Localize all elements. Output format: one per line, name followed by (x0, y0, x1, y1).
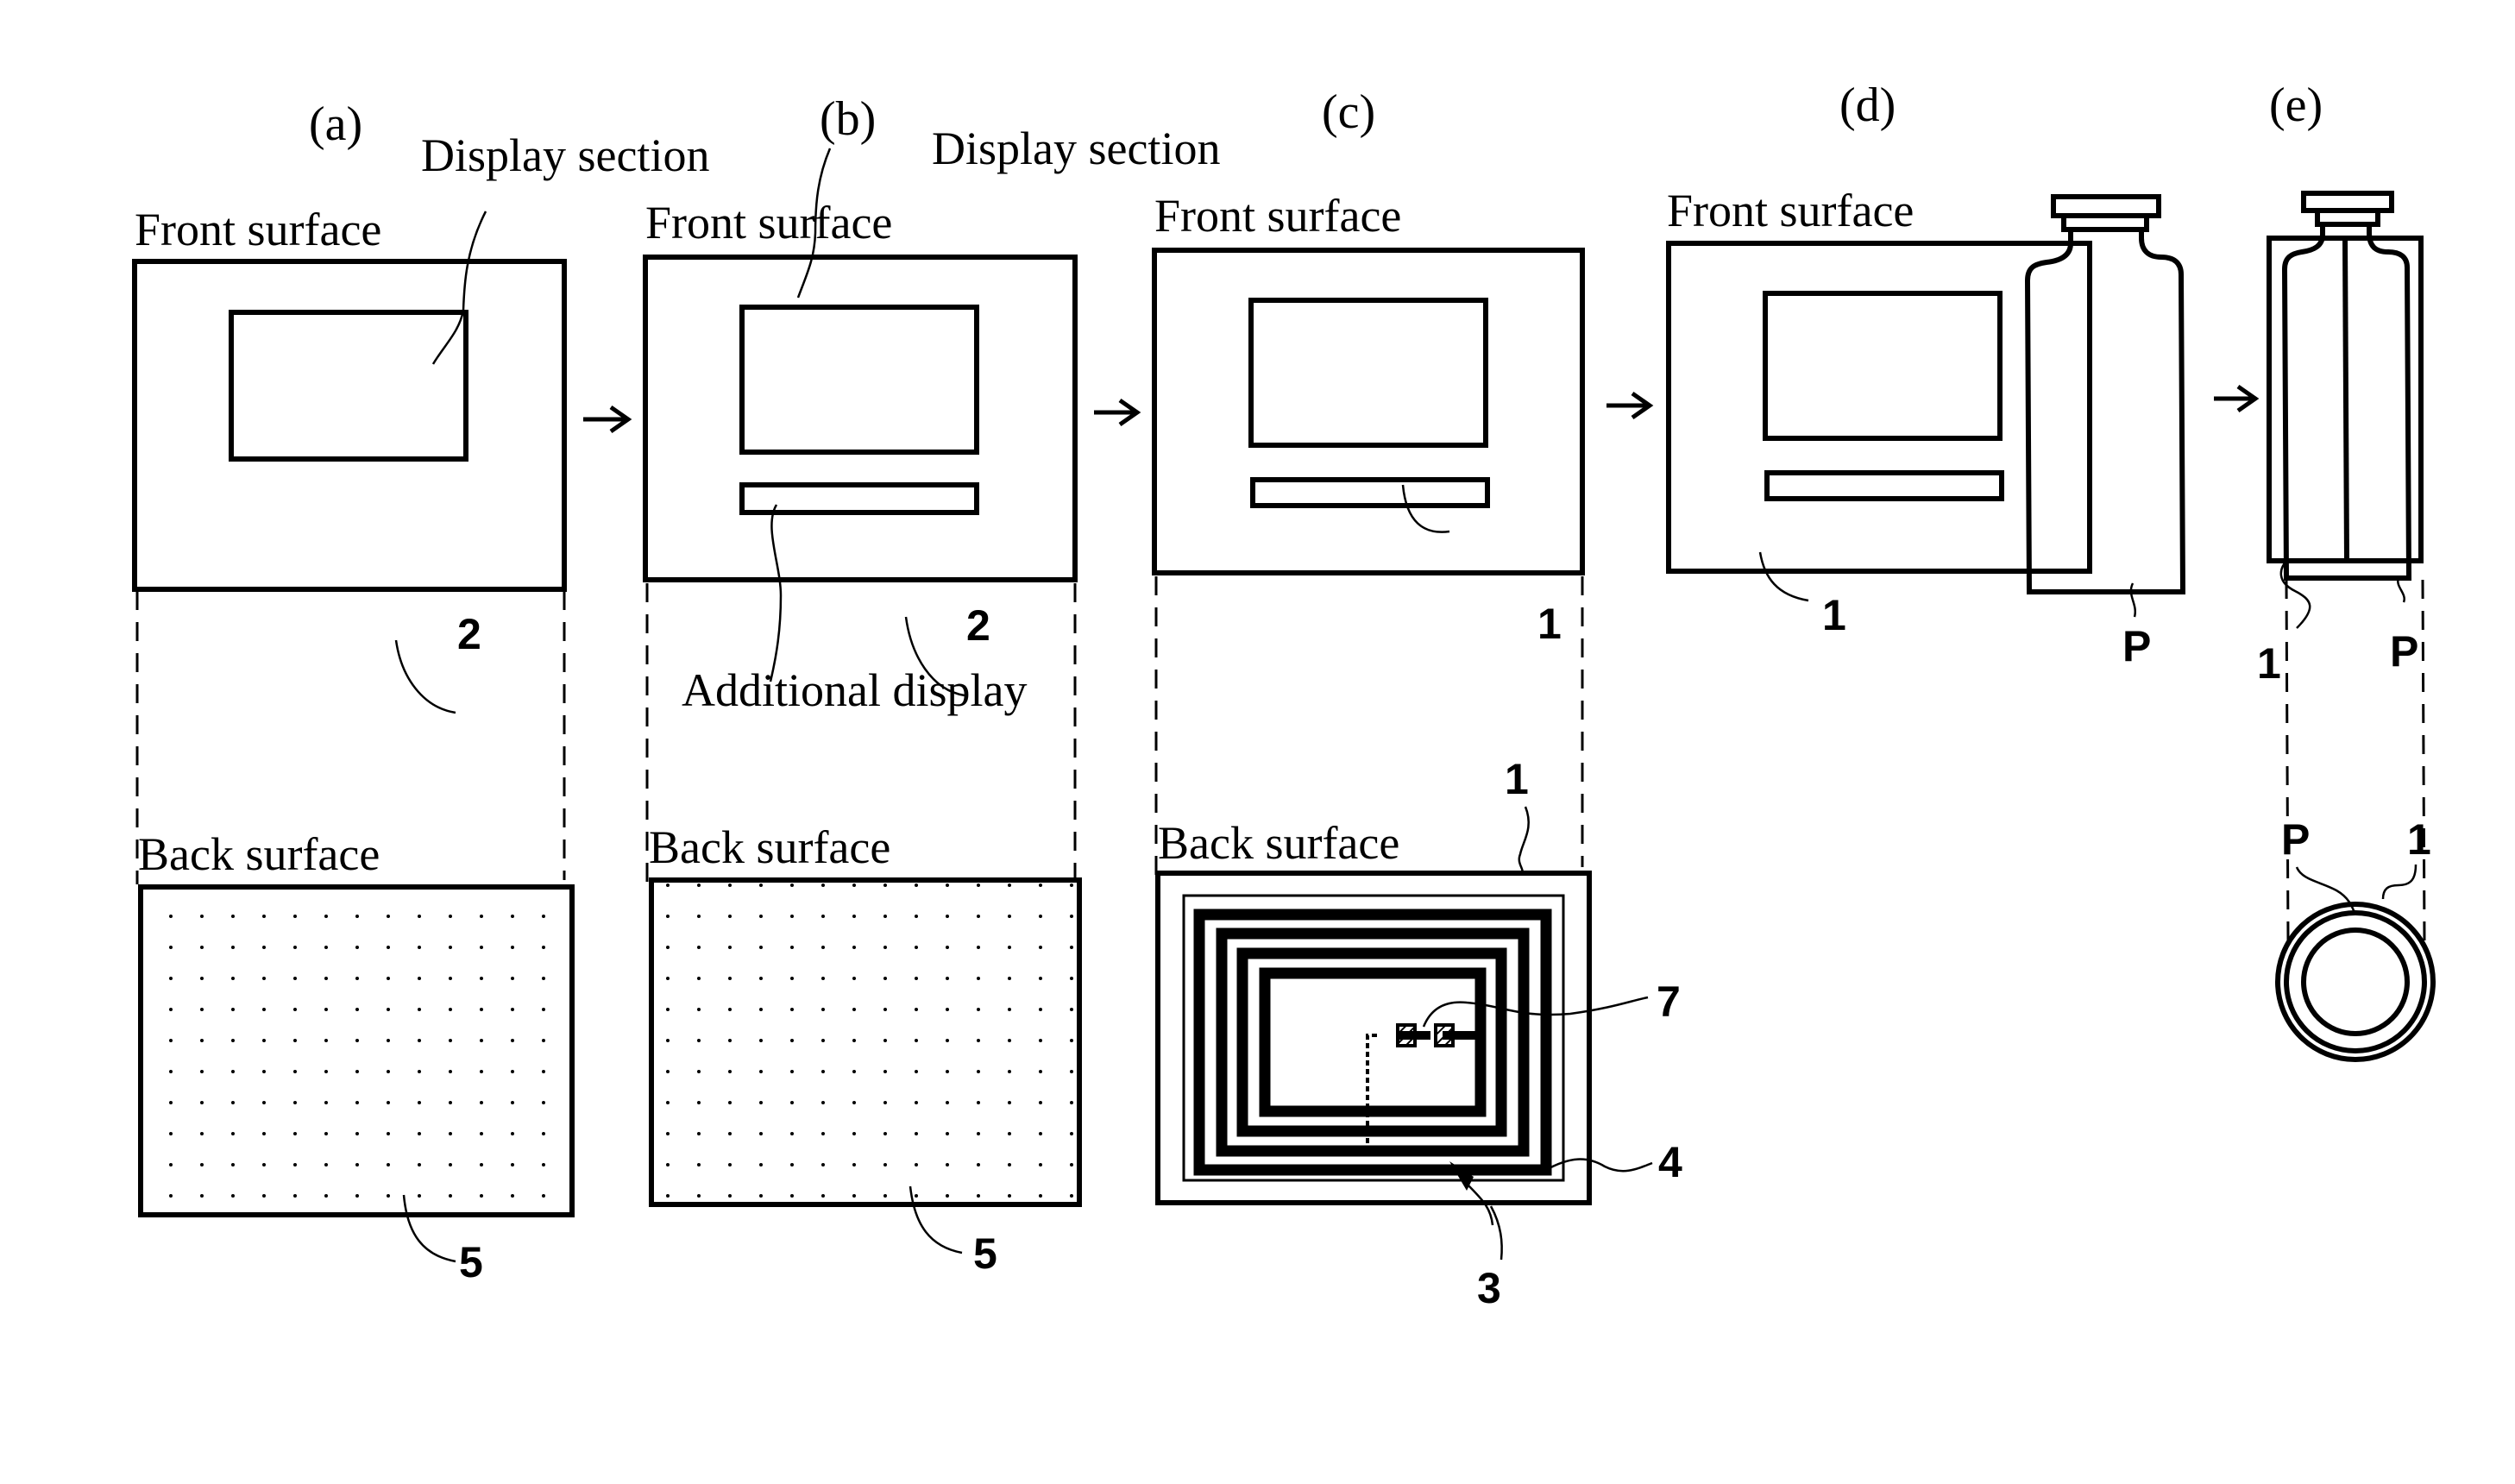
additional-display-area (739, 482, 979, 515)
numeral-2-leader (394, 639, 456, 714)
panel-a-caption: (a) (309, 97, 362, 151)
ic-chip-terminal-left (1396, 1023, 1417, 1047)
numeral-1-back-leader (1518, 806, 1530, 874)
numeral-1: 1 (2257, 639, 2281, 688)
arrow-a-to-b-icon (583, 405, 632, 434)
panel-a: (a) Display section Front surface 2 Back… (132, 97, 709, 1286)
panel-c: (c) Front surface 1 Back surface 1 7 4 3 (1152, 85, 1682, 1312)
front-surface-label: Front surface (1667, 185, 1914, 236)
numeral-1: 1 (1822, 591, 1846, 639)
container-outer-wall (2284, 910, 2427, 1053)
back-surface-label: Back surface (1158, 817, 1399, 869)
numeral-1-leader (1758, 551, 1809, 602)
ic-chip-terminal-right (1434, 1023, 1455, 1047)
numeral-p-leader (2129, 582, 2137, 618)
vial-neck-ring (2315, 208, 2380, 227)
patent-figure: (a) Display section Front surface 2 Back… (132, 79, 2436, 1312)
antenna-coil (1193, 909, 1552, 1176)
panel-d-caption: (d) (1839, 79, 1896, 132)
projection-line-right (2421, 579, 2426, 941)
label-seam-line (2342, 237, 2349, 562)
additional-display-area (1250, 477, 1490, 508)
numeral-p: P (2122, 622, 2151, 670)
panel-b-caption: (b) (820, 92, 876, 146)
back-surface-label: Back surface (138, 828, 380, 880)
arrow-c-to-d-icon (1606, 391, 1654, 420)
panel-c-caption: (c) (1322, 85, 1375, 139)
numeral-2: 2 (966, 601, 990, 650)
container-cross-section (2275, 902, 2436, 1062)
numeral-3-leader (1489, 1205, 1503, 1261)
vial-body (2024, 230, 2186, 594)
projection-line-left (2285, 579, 2290, 941)
numeral-1-back: 1 (1505, 755, 1529, 803)
numeral-5: 5 (973, 1229, 997, 1278)
arrow-b-to-c-icon (1094, 398, 1141, 427)
additional-display-area (1764, 470, 2004, 501)
numeral-p-leader (2397, 577, 2405, 603)
front-surface-label: Front surface (645, 197, 892, 248)
panel-d: (d) Front surface 1 P (1666, 79, 2186, 670)
adhesive-back-surface (649, 877, 1082, 1207)
additional-display-label: Additional display (682, 664, 1027, 716)
panel-e-caption: (e) (2269, 79, 2323, 132)
numeral-2: 2 (457, 610, 481, 658)
labeled-container (2267, 191, 2424, 581)
numeral-1-leader (1401, 484, 1450, 533)
front-surface-label: Front surface (135, 204, 381, 255)
additional-display-leader (769, 504, 783, 682)
display-section-area (1248, 298, 1488, 448)
vial-cap (2051, 194, 2161, 218)
numeral-4: 4 (1658, 1138, 1682, 1186)
vial-neck-ring (2061, 213, 2149, 232)
arrow-d-to-e-icon (2214, 384, 2260, 413)
display-section-area (229, 310, 468, 462)
panel-e: (e) 1 P P 1 (2257, 79, 2436, 1062)
display-section-area (739, 305, 979, 455)
numeral-3: 3 (1477, 1264, 1501, 1312)
numeral-1: 1 (1537, 600, 1562, 648)
panel-b: (b) Display section Front surface Additi… (643, 92, 1220, 1278)
display-section-label: Display section (932, 123, 1220, 174)
numeral-5: 5 (459, 1238, 483, 1286)
front-surface-label: Front surface (1154, 190, 1401, 242)
display-section-leader (431, 211, 487, 365)
adhesive-back-surface (138, 884, 575, 1217)
numeral-p: P (2390, 627, 2418, 676)
display-section-area (1763, 291, 2003, 441)
container-inner-wall (2301, 928, 2410, 1036)
numeral-1-bottom: 1 (2407, 815, 2431, 864)
numeral-1-bottom-leader (2381, 864, 2418, 900)
container-vial (2024, 194, 2186, 594)
display-section-label: Display section (421, 129, 709, 181)
numeral-p-bottom: P (2281, 815, 2310, 864)
numeral-7: 7 (1657, 978, 1681, 1026)
back-surface-label: Back surface (649, 821, 890, 873)
